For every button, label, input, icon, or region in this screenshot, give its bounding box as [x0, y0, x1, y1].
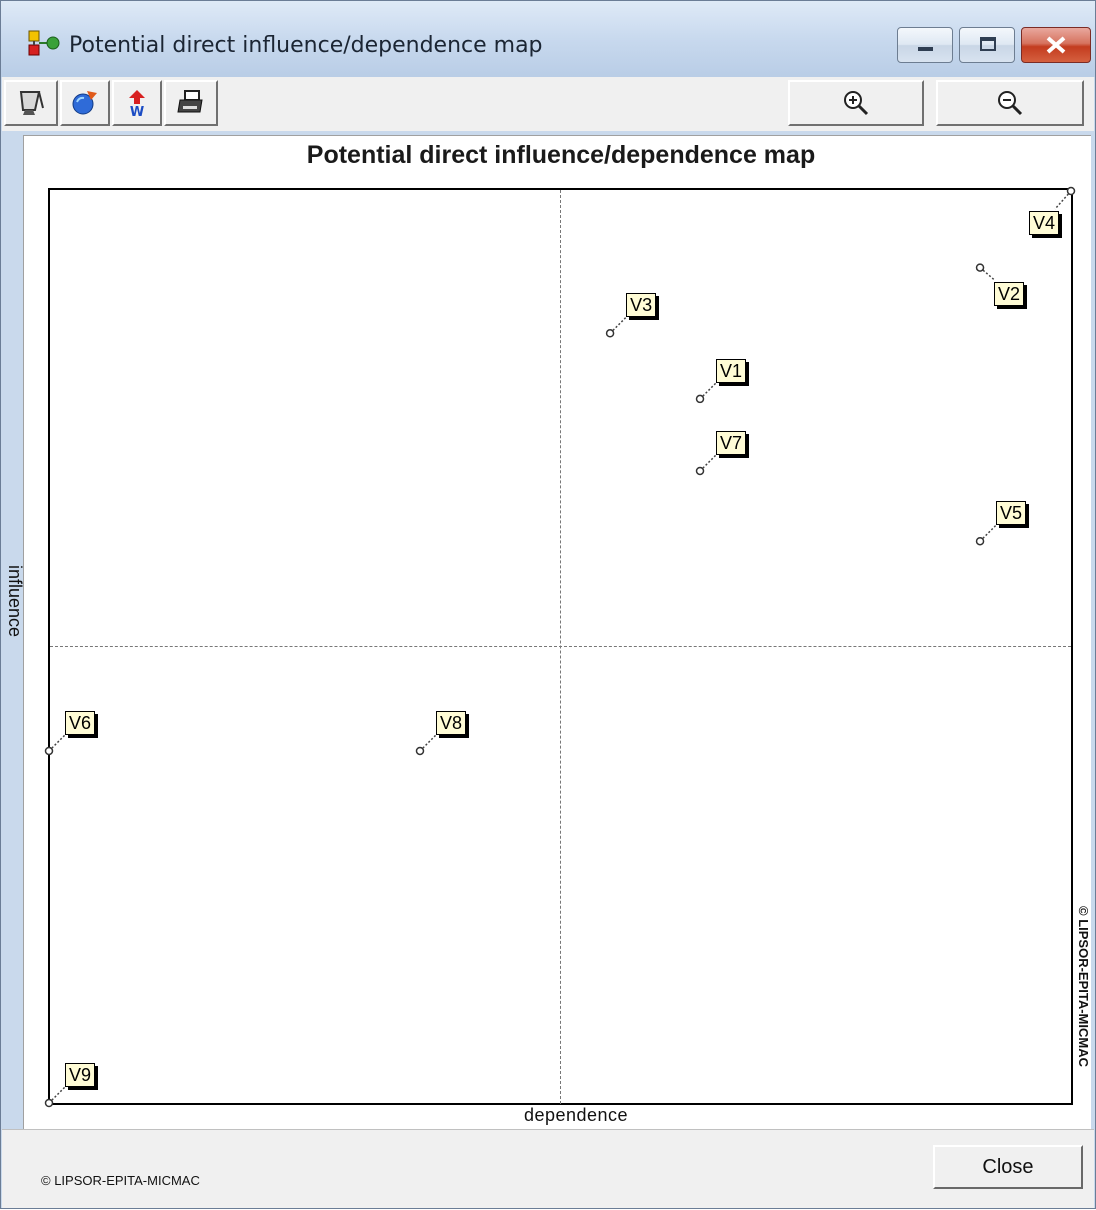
point-label-v2[interactable]: V2: [994, 281, 1025, 306]
close-icon: [1046, 36, 1066, 54]
vertical-quadrant-line: [560, 190, 561, 1104]
maximize-button[interactable]: [959, 27, 1015, 63]
point-label-v6[interactable]: V6: [65, 710, 96, 735]
refresh-button[interactable]: [60, 80, 110, 126]
svg-text:W: W: [130, 105, 144, 118]
copy-icon: [19, 91, 44, 115]
print-icon: [177, 90, 203, 113]
close-window-button[interactable]: [1021, 27, 1091, 63]
minimize-icon: [918, 47, 933, 51]
copy-button[interactable]: [4, 80, 58, 126]
zoom-in-icon: [844, 91, 869, 116]
print-button[interactable]: [164, 80, 218, 126]
title-bar[interactable]: Potential direct influence/dependence ma…: [1, 1, 1095, 77]
point-label-v1[interactable]: V1: [716, 358, 747, 383]
side-watermark: © LIPSOR-EPITA-MICMAC: [1076, 906, 1091, 1067]
refresh-icon: [72, 91, 97, 115]
export-word-icon: W: [129, 90, 145, 118]
close-button[interactable]: Close: [933, 1145, 1083, 1189]
y-axis-label: influence: [5, 564, 25, 638]
point-label-v7[interactable]: V7: [716, 430, 747, 455]
footer-copyright: © LIPSOR-EPITA-MICMAC: [41, 1173, 200, 1188]
chart-title: Potential direct influence/dependence ma…: [306, 141, 816, 169]
export-word-button[interactable]: W: [112, 80, 162, 126]
point-label-v8[interactable]: V8: [435, 710, 467, 735]
horizontal-quadrant-line: [50, 646, 1071, 647]
app-icon: [28, 30, 60, 56]
window-title: Potential direct influence/dependence ma…: [69, 33, 543, 58]
bottom-bar: [2, 1129, 1094, 1208]
point-label-v9[interactable]: V9: [65, 1063, 96, 1087]
toolbar: W: [2, 77, 1094, 131]
point-label-v4[interactable]: V4: [1029, 211, 1060, 235]
map-window: Potential direct influence/dependence ma…: [0, 0, 1096, 1209]
maximize-icon: [980, 37, 996, 51]
minimize-button[interactable]: [897, 27, 953, 63]
zoom-out-button[interactable]: [936, 80, 1084, 126]
zoom-out-icon: [998, 91, 1023, 116]
x-axis-label: dependence: [523, 1105, 629, 1125]
point-label-v3[interactable]: V3: [626, 293, 657, 318]
zoom-in-button[interactable]: [788, 80, 924, 126]
point-label-v5[interactable]: V5: [996, 501, 1027, 526]
